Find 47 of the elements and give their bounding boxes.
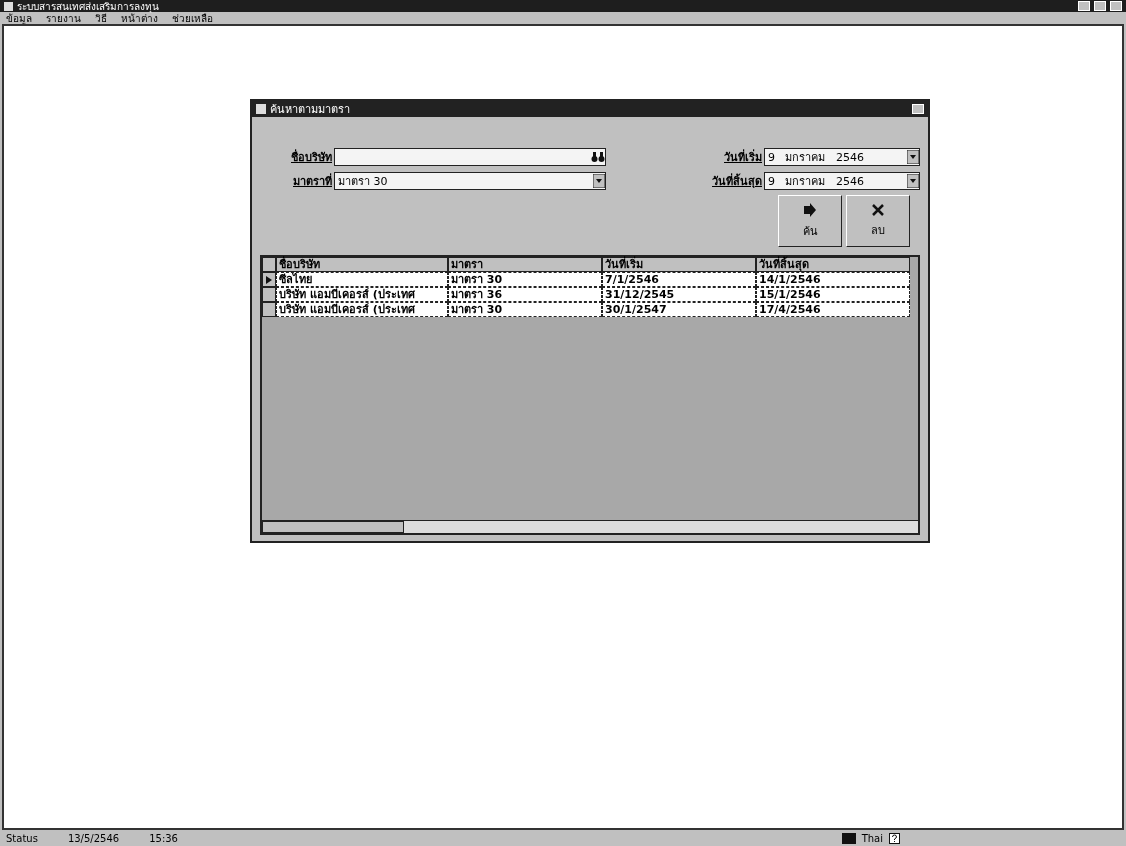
column-header[interactable]: วันที่เริ่ม xyxy=(602,257,756,272)
field-label: วันที่สิ้นสุด xyxy=(712,172,762,190)
column-header[interactable]: มาตรา xyxy=(448,257,602,272)
current-row-icon xyxy=(266,275,272,284)
input-field[interactable]: 9 มกราคม 2546 xyxy=(764,148,920,166)
dropdown-arrow-icon[interactable] xyxy=(907,150,919,164)
binoculars-icon[interactable] xyxy=(591,151,605,163)
table-cell: มาตรา 30 xyxy=(448,272,602,287)
input-field[interactable]: มาตรา 30 xyxy=(334,172,606,190)
row-selector[interactable] xyxy=(262,272,276,287)
table-cell: มาตรา 36 xyxy=(448,287,602,302)
keyboard-icon xyxy=(841,832,856,844)
row-selector[interactable] xyxy=(262,302,276,317)
input-field[interactable]: 9 มกราคม 2546 xyxy=(764,172,920,190)
table-cell: ซีลไทย xyxy=(276,272,448,287)
status-text: 15:36 xyxy=(149,832,178,844)
table-cell: 30/1/2547 xyxy=(602,302,756,317)
horizontal-scrollbar[interactable] xyxy=(262,520,918,533)
table-cell: 17/4/2546 xyxy=(756,302,910,317)
column-header[interactable]: วันที่สิ้นสุด xyxy=(756,257,910,272)
dropdown-arrow-icon[interactable] xyxy=(593,174,605,188)
status-text: 13/5/2546 xyxy=(67,832,120,844)
field-label: ชื่อบริษัท xyxy=(291,148,332,166)
arrow-icon xyxy=(802,202,818,218)
column-header[interactable]: ชื่อบริษัท xyxy=(276,257,448,272)
dropdown-arrow-icon[interactable] xyxy=(907,174,919,188)
table-cell: 14/1/2546 xyxy=(756,272,910,287)
app-icon xyxy=(256,104,266,114)
table-cell: มาตรา 30 xyxy=(448,302,602,317)
close-icon xyxy=(871,203,885,217)
table-cell: 31/12/2545 xyxy=(602,287,756,302)
input-field[interactable] xyxy=(334,148,606,166)
table-cell: 15/1/2546 xyxy=(756,287,910,302)
field-label: วันที่เริ่ม xyxy=(724,148,762,166)
help-icon xyxy=(889,832,900,844)
toolbar-button[interactable]: ค้น xyxy=(778,195,842,247)
app-icon xyxy=(4,1,13,11)
row-selector[interactable] xyxy=(262,287,276,302)
menu-item[interactable]: ช่วยเหลือ xyxy=(172,10,213,26)
status-text: Status xyxy=(6,832,38,844)
language-indicator[interactable]: Thai xyxy=(861,832,883,844)
toolbar-button[interactable]: ลบ xyxy=(846,195,910,247)
table-cell: 7/1/2546 xyxy=(602,272,756,287)
table-cell: บริษัท แอมบีเคอรส์ (ประเทศ xyxy=(276,302,448,317)
field-label: มาตราที่ xyxy=(293,172,332,190)
dialog-title: ค้นหาตามมาตรา xyxy=(270,102,351,118)
table-cell: บริษัท แอมบีเคอรส์ (ประเทศ xyxy=(276,287,448,302)
